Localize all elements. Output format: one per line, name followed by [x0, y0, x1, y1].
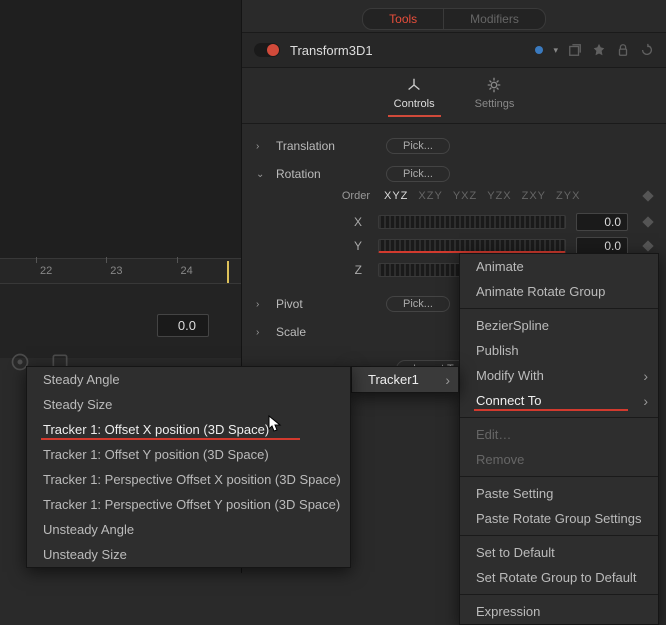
inspector-tab-bar: Tools Modifiers [242, 0, 666, 32]
menu-paste-group[interactable]: Paste Rotate Group Settings [460, 506, 658, 531]
axis-label: Y [278, 239, 368, 253]
timeline: 22 23 24 0.0 [0, 258, 241, 358]
subtab-bar: Controls Settings [242, 68, 666, 124]
order-xzy[interactable]: XZY [418, 190, 442, 202]
node-title: Transform3D1 [290, 43, 525, 58]
order-xyz[interactable]: XYZ [384, 190, 408, 202]
axis-label: X [278, 215, 368, 229]
expand-icon[interactable]: › [256, 299, 266, 310]
timeline-ruler[interactable]: 22 23 24 [0, 258, 241, 284]
submenu-steady-size[interactable]: Steady Size [27, 392, 350, 417]
context-menu-main: Animate Animate Rotate Group BezierSplin… [459, 253, 659, 625]
menu-edit: Edit… [460, 422, 658, 447]
expand-icon[interactable]: › [256, 327, 266, 338]
param-label: Rotation [276, 167, 376, 181]
menu-separator [460, 594, 658, 595]
collapse-icon[interactable]: ⌄ [256, 169, 266, 180]
ruler-tick: 23 [110, 265, 122, 277]
pick-button[interactable]: Pick... [386, 166, 450, 182]
x-value-input[interactable]: 0.0 [576, 213, 628, 231]
submenu-unsteady-angle[interactable]: Unsteady Angle [27, 517, 350, 542]
order-yzx[interactable]: YZX [487, 190, 511, 202]
expand-icon[interactable]: › [256, 141, 266, 152]
menu-separator [460, 535, 658, 536]
param-rotation: ⌄ Rotation Pick... [256, 160, 652, 188]
submenu-offset-x[interactable]: Tracker 1: Offset X position (3D Space) [27, 417, 350, 442]
node-enable-toggle[interactable] [254, 43, 280, 57]
param-label: Translation [276, 139, 376, 153]
axes-icon [405, 76, 423, 94]
axis-x-row: X 0.0 [256, 210, 652, 234]
menu-connect-to[interactable]: Connect To [460, 388, 658, 413]
reset-icon[interactable] [640, 43, 654, 57]
version-dot-icon[interactable] [535, 46, 543, 54]
menu-bezier[interactable]: BezierSpline [460, 313, 658, 338]
tab-tools[interactable]: Tools [362, 8, 444, 30]
order-label: Order [278, 190, 370, 202]
menu-animate-group[interactable]: Animate Rotate Group [460, 279, 658, 304]
y-slider[interactable] [378, 239, 566, 253]
ruler-tick: 22 [40, 265, 52, 277]
keyframe-diamond-icon[interactable] [642, 190, 653, 201]
lock-icon[interactable] [616, 43, 630, 57]
tab-modifiers[interactable]: Modifiers [444, 8, 546, 30]
new-window-icon[interactable] [568, 43, 582, 57]
submenu-offset-y[interactable]: Tracker 1: Offset Y position (3D Space) [27, 442, 350, 467]
viewport[interactable] [0, 0, 241, 258]
menu-set-group-default[interactable]: Set Rotate Group to Default [460, 565, 658, 590]
menu-paste-setting[interactable]: Paste Setting [460, 481, 658, 506]
node-header: Transform3D1 ▾ [242, 32, 666, 68]
keyframe-diamond-icon[interactable] [642, 216, 653, 227]
order-yxz[interactable]: YXZ [453, 190, 477, 202]
submenu-persp-offset-x[interactable]: Tracker 1: Perspective Offset X position… [27, 467, 350, 492]
menu-set-default[interactable]: Set to Default [460, 540, 658, 565]
pick-button[interactable]: Pick... [386, 138, 450, 154]
submenu-tracker1[interactable]: Tracker1 [352, 367, 458, 392]
keyframe-diamond-icon[interactable] [642, 240, 653, 251]
menu-separator [460, 476, 658, 477]
subtab-settings[interactable]: Settings [475, 76, 515, 116]
pin-icon[interactable] [592, 43, 606, 57]
menu-animate[interactable]: Animate [460, 254, 658, 279]
menu-separator [460, 308, 658, 309]
submenu-persp-offset-y[interactable]: Tracker 1: Perspective Offset Y position… [27, 492, 350, 517]
menu-publish[interactable]: Publish [460, 338, 658, 363]
x-slider[interactable] [378, 215, 566, 229]
subtab-label: Controls [394, 98, 435, 110]
context-submenu-tracker: Steady Angle Steady Size Tracker 1: Offs… [26, 366, 351, 568]
pick-button[interactable]: Pick... [386, 296, 450, 312]
subtab-label: Settings [475, 98, 515, 110]
param-label: Scale [276, 325, 376, 339]
playhead[interactable] [227, 261, 229, 283]
submenu-unsteady-size[interactable]: Unsteady Size [27, 542, 350, 567]
submenu-steady-angle[interactable]: Steady Angle [27, 367, 350, 392]
axis-label: Z [278, 263, 368, 277]
chevron-down-icon[interactable]: ▾ [553, 45, 558, 56]
subtab-controls[interactable]: Controls [394, 76, 435, 116]
gear-icon [485, 76, 503, 94]
menu-remove: Remove [460, 447, 658, 472]
param-label: Pivot [276, 297, 376, 311]
ruler-tick: 24 [181, 265, 193, 277]
menu-modify-with[interactable]: Modify With [460, 363, 658, 388]
menu-expression[interactable]: Expression [460, 599, 658, 624]
rotation-order-row: Order XYZ XZY YXZ YZX ZXY ZYX [256, 188, 652, 210]
param-translation: › Translation Pick... [256, 132, 652, 160]
order-zyx[interactable]: ZYX [556, 190, 580, 202]
order-zxy[interactable]: ZXY [522, 190, 546, 202]
menu-separator [460, 417, 658, 418]
timeline-value[interactable]: 0.0 [157, 314, 209, 337]
context-submenu-connect: Tracker1 [351, 366, 459, 393]
